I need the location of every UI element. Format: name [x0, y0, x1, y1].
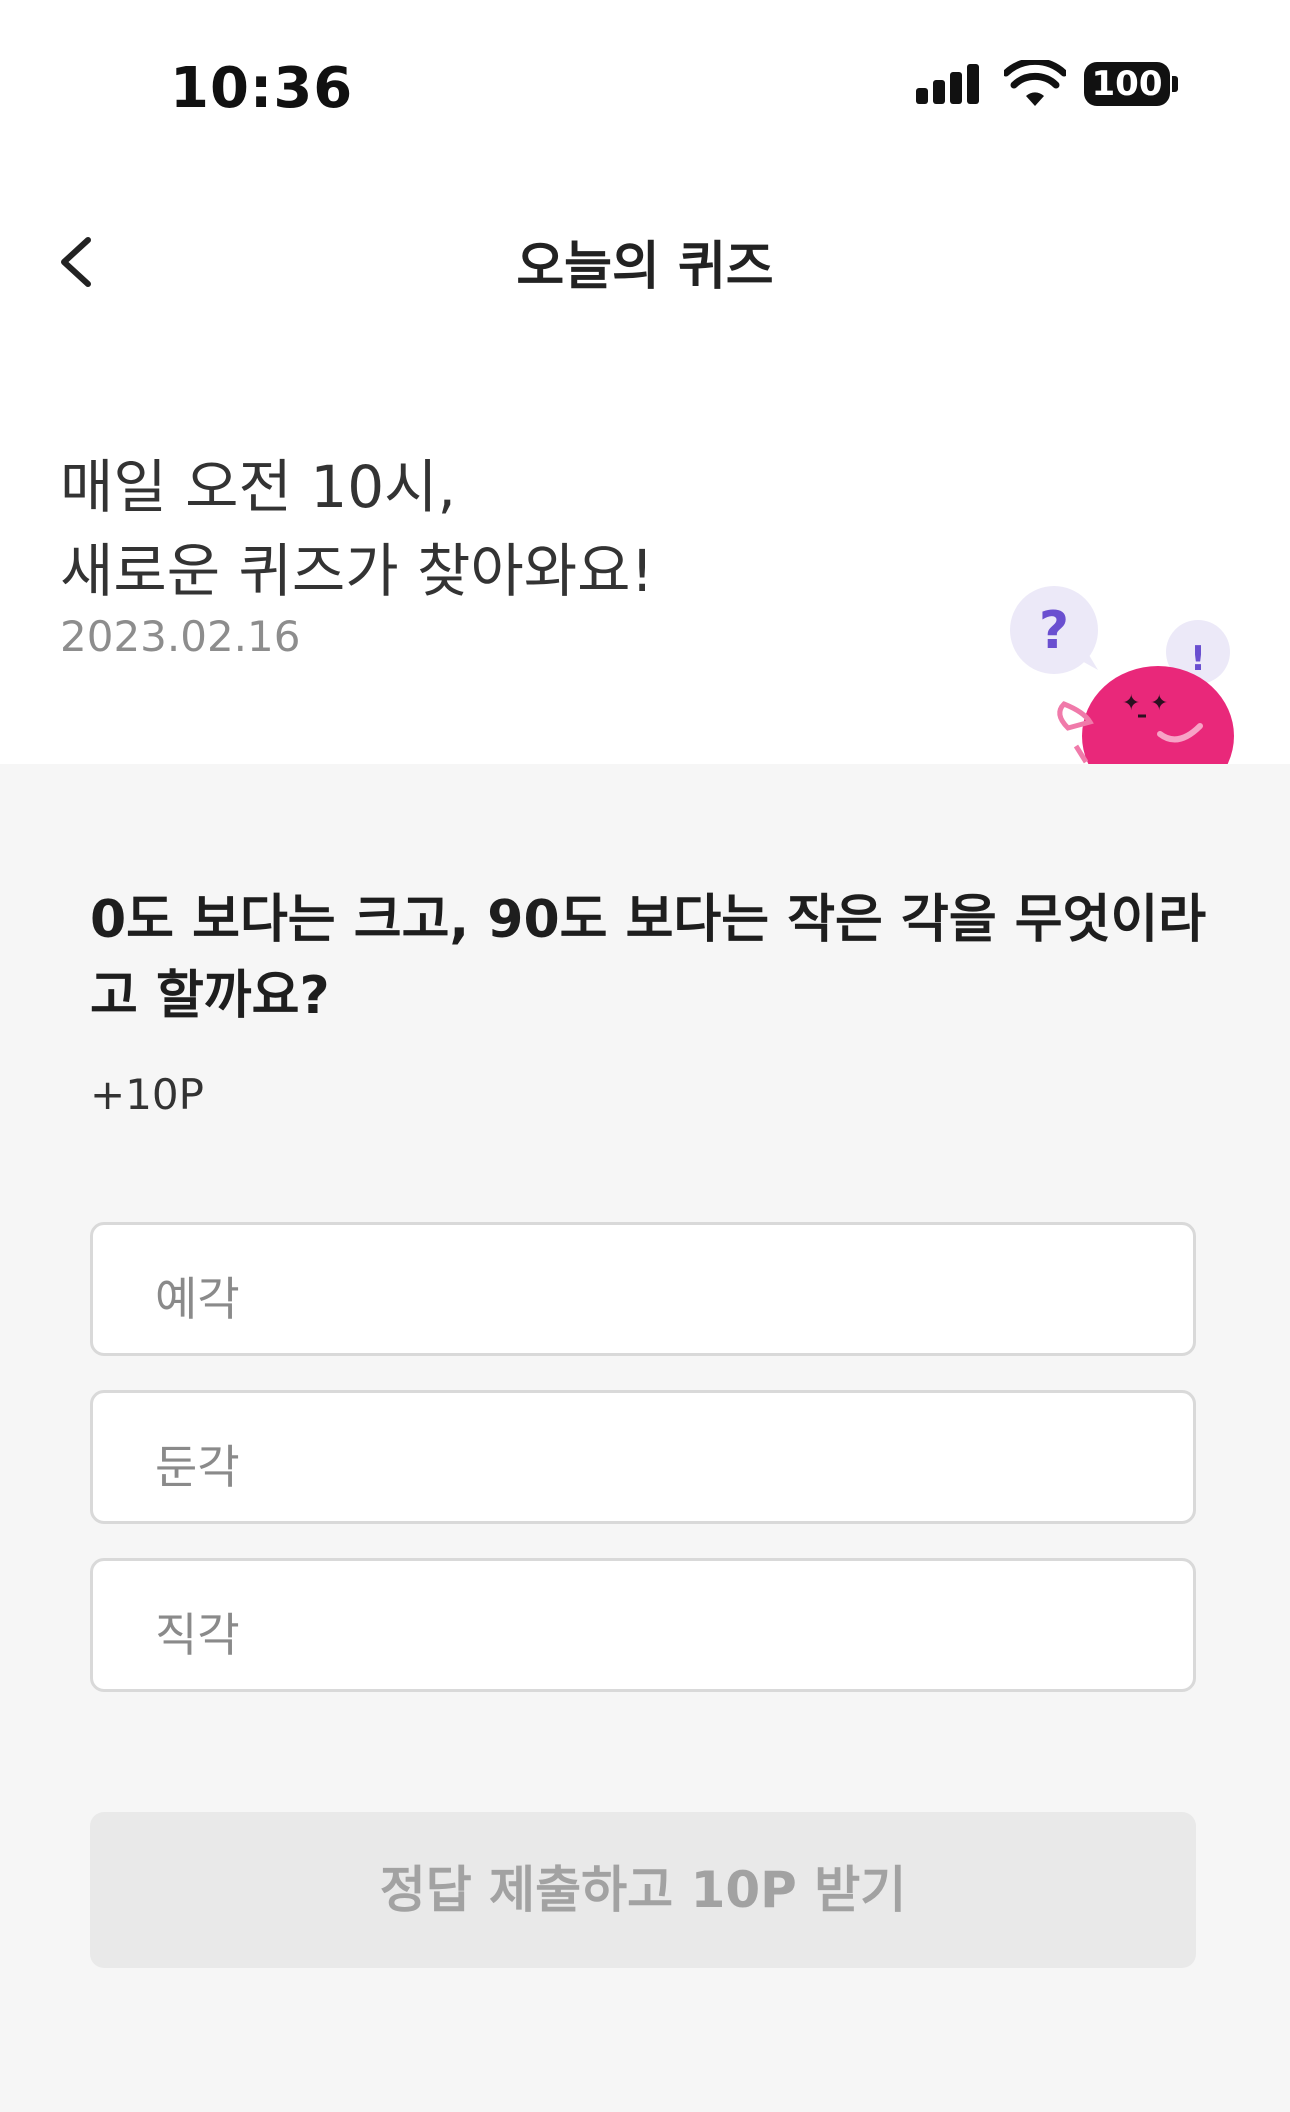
reward-points: +10P [90, 1070, 204, 1119]
svg-text:?: ? [1039, 601, 1069, 661]
submit-answer-button[interactable]: 정답 제출하고 10P 받기 [90, 1812, 1196, 1968]
battery-tip [1172, 76, 1178, 92]
answer-option[interactable]: 둔각 [90, 1390, 1196, 1524]
answer-option-label: 둔각 [155, 1440, 240, 1494]
quiz-question: 0도 보다는 크고, 90도 보다는 작은 각을 무엇이라고 할까요? [90, 890, 1207, 1026]
cellular-signal-icon [916, 64, 980, 104]
answer-option[interactable]: 직각 [90, 1558, 1196, 1692]
status-time: 10:36 [170, 56, 354, 121]
hero-headline-line1: 매일 오전 10시, [60, 453, 456, 521]
svg-text:✦: ✦ [1150, 691, 1168, 716]
quiz-date: 2023.02.16 [60, 612, 301, 661]
svg-text:!: ! [1190, 639, 1206, 679]
answer-option-label: 예각 [155, 1272, 240, 1326]
svg-text:✦: ✦ [1122, 691, 1140, 716]
top-section: 10:36 100 오늘의 퀴즈 매일 오전 10시, 새로운 퀴즈가 찾아와요… [0, 0, 1290, 764]
hero-headline-line2: 새로운 퀴즈가 찾아와요! [60, 537, 654, 605]
mascot-illustration: ? ! ✦ ✦ [1010, 586, 1234, 764]
battery-icon: 100 [1084, 62, 1170, 106]
page-title: 오늘의 퀴즈 [516, 237, 774, 297]
answer-option-label: 직각 [155, 1608, 240, 1662]
wifi-icon [1004, 60, 1066, 106]
answer-option[interactable]: 예각 [90, 1222, 1196, 1356]
